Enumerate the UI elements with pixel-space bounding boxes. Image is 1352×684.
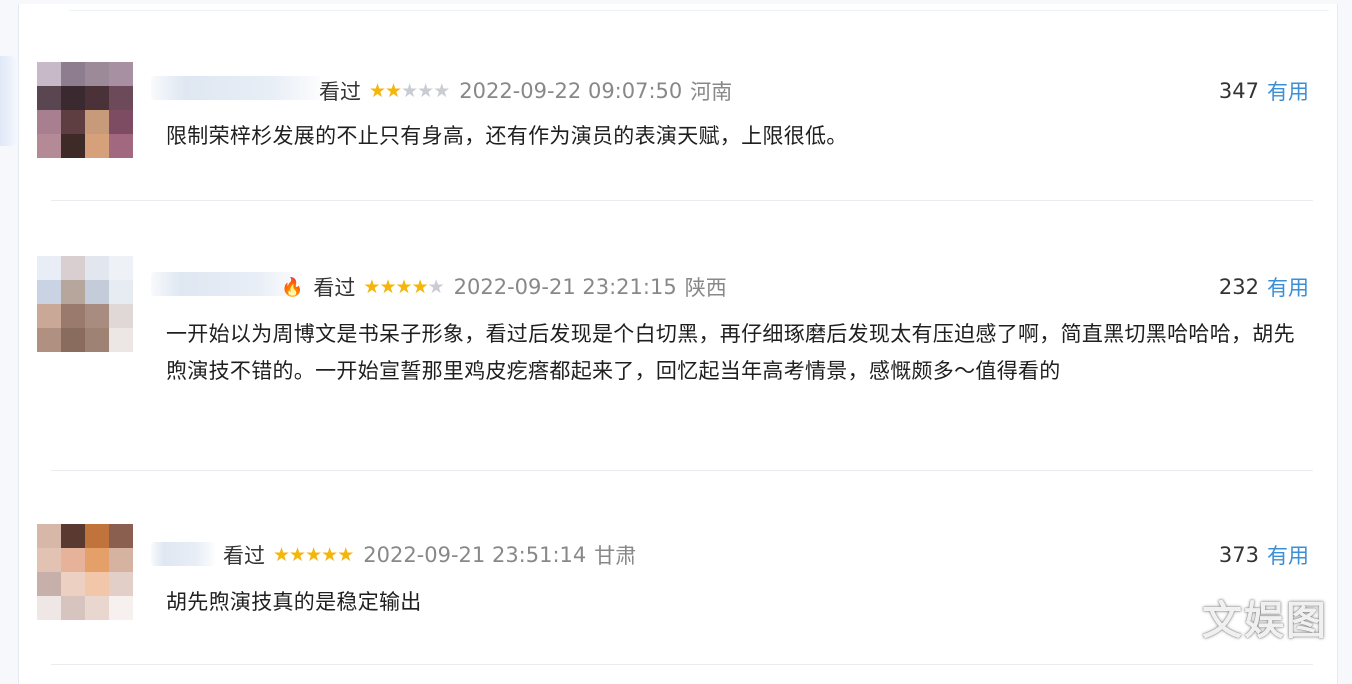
vote-useful[interactable]: 232 有用 bbox=[1219, 272, 1309, 302]
username-blurred[interactable] bbox=[151, 542, 215, 566]
star-filled-icon: ★ bbox=[289, 544, 306, 566]
star-filled-icon: ★ bbox=[363, 276, 380, 298]
divider bbox=[51, 200, 1313, 201]
watermark: 文娱图 bbox=[1202, 598, 1328, 644]
watch-status: 看过 bbox=[223, 544, 265, 568]
star-filled-icon: ★ bbox=[305, 544, 322, 566]
star-empty-icon: ★ bbox=[427, 276, 445, 298]
avatar[interactable] bbox=[37, 62, 133, 158]
star-filled-icon: ★ bbox=[337, 544, 354, 566]
vote-count: 347 bbox=[1218, 79, 1259, 103]
vote-useful[interactable]: 373 有用 bbox=[1219, 540, 1309, 570]
useful-button[interactable]: 有用 bbox=[1267, 540, 1309, 570]
star-filled-icon: ★ bbox=[273, 544, 290, 566]
star-filled-icon: ★ bbox=[369, 80, 386, 102]
divider bbox=[69, 10, 1329, 11]
avatar[interactable] bbox=[37, 524, 133, 620]
comment-text: 胡先煦演技真的是稳定输出 bbox=[166, 590, 422, 614]
star-filled-icon: ★ bbox=[321, 544, 338, 566]
vote-count: 232 bbox=[1218, 275, 1259, 299]
comment-location: 陕西 bbox=[684, 276, 727, 300]
comment-location: 河南 bbox=[690, 80, 733, 104]
comment-panel: 看过 ★★★★★ 2022-09-22 09:07:50 河南 347 有用 限… bbox=[18, 4, 1338, 684]
edge-decoration bbox=[0, 56, 18, 146]
star-empty-icon: ★ bbox=[433, 80, 450, 102]
comment-meta: 看过 ★★★★★ 2022-09-21 23:51:14 甘肃 bbox=[223, 540, 636, 570]
comment-time: 2022-09-22 09:07:50 bbox=[459, 79, 683, 103]
divider bbox=[51, 470, 1313, 471]
comment-time: 2022-09-21 23:21:15 bbox=[453, 275, 677, 299]
useful-button[interactable]: 有用 bbox=[1267, 272, 1309, 302]
star-empty-icon: ★ bbox=[401, 80, 418, 102]
star-filled-icon: ★ bbox=[385, 80, 402, 102]
star-empty-icon: ★ bbox=[417, 80, 434, 102]
username-blurred[interactable] bbox=[151, 272, 301, 296]
comment-meta: 🔥 看过 ★★★★★ 2022-09-21 23:21:15 陕西 bbox=[281, 272, 727, 302]
flame-badge-icon: 🔥 bbox=[281, 276, 304, 298]
comment-time: 2022-09-21 23:51:14 bbox=[363, 543, 587, 567]
comment-meta: 看过 ★★★★★ 2022-09-22 09:07:50 河南 bbox=[319, 76, 732, 106]
star-filled-icon: ★ bbox=[411, 276, 429, 298]
comment-location: 甘肃 bbox=[594, 544, 637, 568]
useful-button[interactable]: 有用 bbox=[1267, 76, 1309, 106]
star-filled-icon: ★ bbox=[379, 276, 396, 298]
vote-useful[interactable]: 347 有用 bbox=[1219, 76, 1309, 106]
comment-text: 限制荣梓杉发展的不止只有身高，还有作为演员的表演天赋，上限很低。 bbox=[166, 124, 848, 148]
rating-stars: ★★★★★ bbox=[363, 276, 445, 298]
star-filled-icon: ★ bbox=[395, 276, 413, 298]
vote-count: 373 bbox=[1218, 543, 1259, 567]
divider bbox=[51, 664, 1313, 665]
comment-text: 一开始以为周博文是书呆子形象，看过后发现是个白切黑，再仔细琢磨后发现太有压迫感了… bbox=[166, 322, 1295, 383]
rating-stars: ★★★★★ bbox=[273, 544, 354, 566]
rating-stars: ★★★★★ bbox=[369, 80, 450, 102]
username-blurred[interactable] bbox=[151, 76, 321, 100]
avatar[interactable] bbox=[37, 256, 133, 352]
watch-status: 看过 bbox=[319, 80, 361, 104]
watch-status: 看过 bbox=[313, 276, 356, 300]
